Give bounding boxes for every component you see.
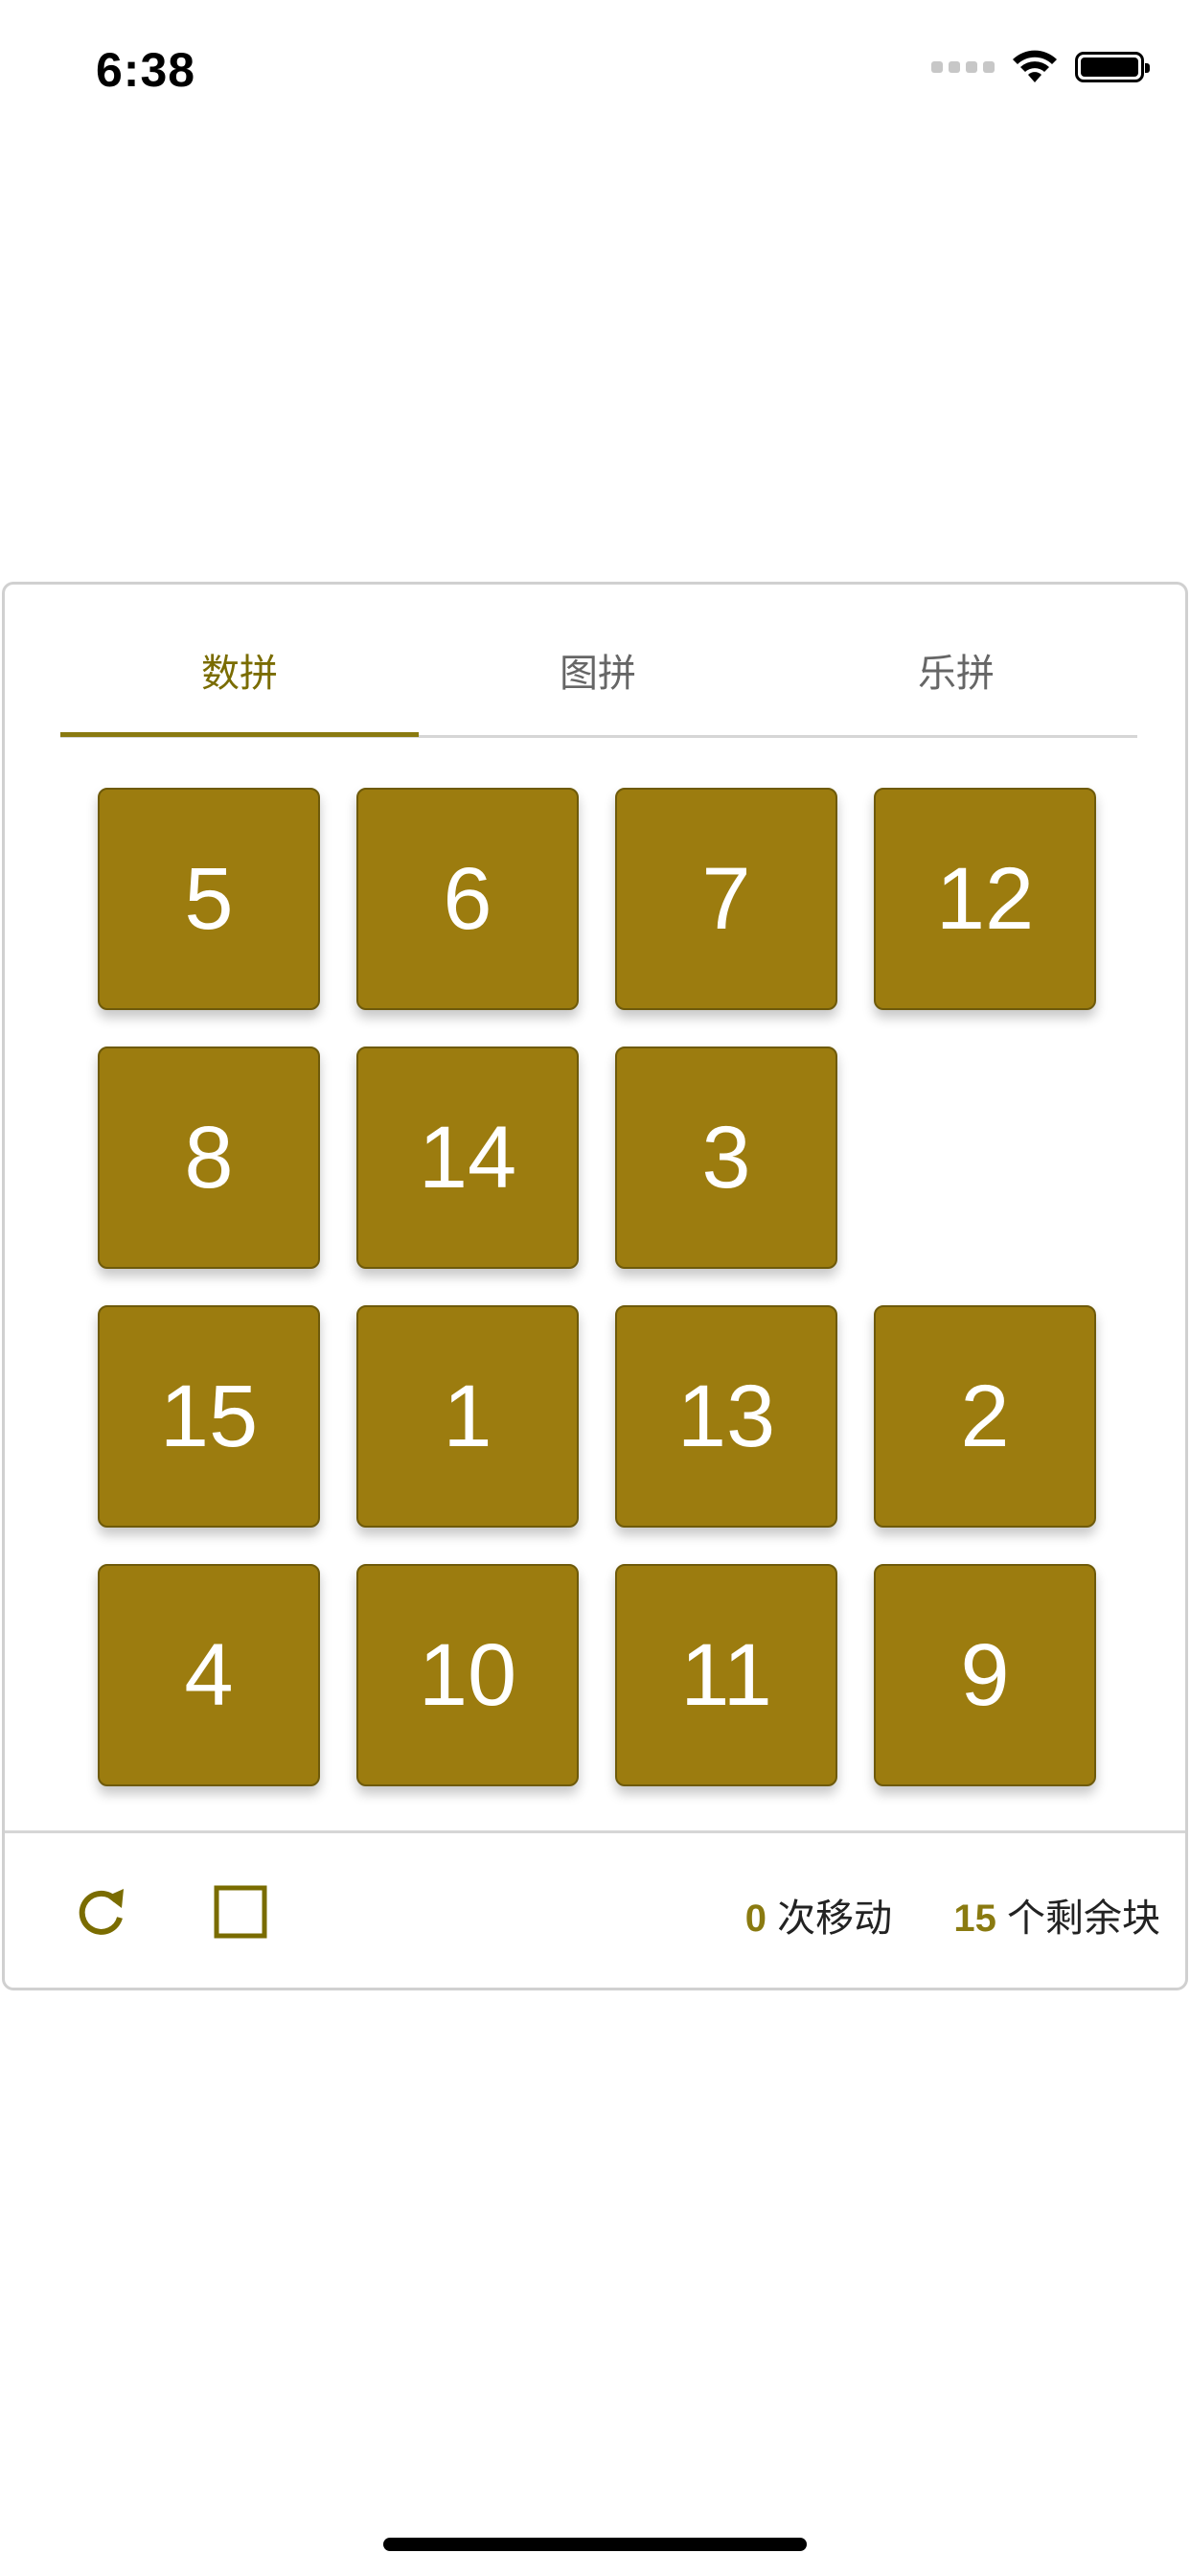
puzzle-tile[interactable]: 12 <box>874 788 1096 1010</box>
puzzle-tile[interactable]: 3 <box>615 1046 837 1269</box>
puzzle-tile[interactable]: 15 <box>98 1305 320 1528</box>
puzzle-tile[interactable]: 1 <box>356 1305 579 1528</box>
mode-tabs: 数拼 图拼 乐拼 <box>60 585 1137 740</box>
puzzle-tile[interactable]: 6 <box>356 788 579 1010</box>
puzzle-tile[interactable]: 5 <box>98 788 320 1010</box>
moves-count: 0 <box>744 1898 767 1940</box>
status-time: 6:38 <box>96 43 196 97</box>
remaining-label: 个剩余块 <box>1007 1898 1160 1940</box>
square-icon[interactable] <box>210 1881 271 1943</box>
puzzle-tile[interactable]: 4 <box>98 1564 320 1786</box>
status-icons <box>931 50 1150 84</box>
remaining-count: 15 <box>953 1898 996 1940</box>
wifi-icon <box>1013 50 1057 82</box>
battery-icon <box>1075 52 1150 82</box>
puzzle-tile[interactable]: 2 <box>874 1305 1096 1528</box>
puzzle-tile[interactable]: 9 <box>874 1564 1096 1786</box>
tab-number-puzzle[interactable]: 数拼 <box>60 642 419 698</box>
puzzle-tile[interactable]: 14 <box>356 1046 579 1269</box>
puzzle-tile[interactable]: 8 <box>98 1046 320 1269</box>
home-indicator[interactable] <box>383 2538 807 2551</box>
active-tab-indicator <box>60 732 419 737</box>
refresh-icon[interactable] <box>72 1881 133 1943</box>
puzzle-tile[interactable]: 10 <box>356 1564 579 1786</box>
status-bar: 6:38 <box>0 0 1190 144</box>
puzzle-tile[interactable]: 11 <box>615 1564 837 1786</box>
game-stats: 0 次移动 15 个剩余块 <box>745 1887 1160 1943</box>
moves-label: 次移动 <box>777 1898 893 1940</box>
puzzle-tile[interactable]: 7 <box>615 788 837 1010</box>
tab-music-puzzle[interactable]: 乐拼 <box>777 642 1135 698</box>
puzzle-tile[interactable]: 13 <box>615 1305 837 1528</box>
puzzle-card: 数拼 图拼 乐拼 5 6 7 12 8 14 3 15 1 13 2 4 10 … <box>2 582 1188 1990</box>
cellular-signal-icon <box>931 61 995 73</box>
tab-image-puzzle[interactable]: 图拼 <box>419 642 777 698</box>
card-footer: 0 次移动 15 个剩余块 <box>5 1833 1185 1990</box>
